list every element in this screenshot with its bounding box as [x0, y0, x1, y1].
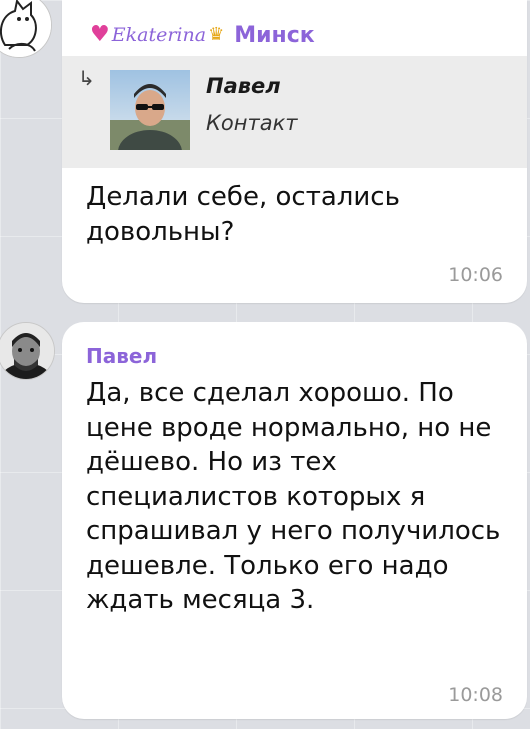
sender-avatar-ekaterina[interactable] — [0, 0, 52, 58]
sender-city: Минск — [234, 22, 315, 48]
message-time: 10:08 — [448, 684, 503, 706]
sender-name[interactable]: Павел — [86, 344, 157, 368]
reply-arrow-icon: ↳ — [78, 66, 95, 90]
sender-header[interactable]: ♥ Ekaterina ♛ Минск — [90, 20, 315, 50]
heart-icon: ♥ — [90, 22, 110, 47]
message-text: Делали себе, остались довольны? — [86, 182, 400, 247]
crown-icon: ♛ — [208, 24, 225, 45]
reply-contact-name: Павел — [206, 74, 281, 98]
sender-name: Ekaterina — [111, 24, 207, 46]
message-text: Да, все сделал хорошо. По цене вроде нор… — [86, 378, 501, 615]
message-bubble-2[interactable]: Павел Да, все сделал хорошо. По цене вро… — [62, 322, 527, 719]
message-bubble-1[interactable]: ♥ Ekaterina ♛ Минск ↳ Павел Контакт Дела… — [62, 0, 527, 303]
reply-contact-type: Контакт — [206, 111, 298, 135]
contact-photo — [110, 70, 190, 150]
reply-preview[interactable]: ↳ Павел Контакт — [62, 56, 527, 168]
sender-avatar-pavel[interactable] — [0, 322, 55, 380]
message-time: 10:06 — [448, 264, 503, 286]
